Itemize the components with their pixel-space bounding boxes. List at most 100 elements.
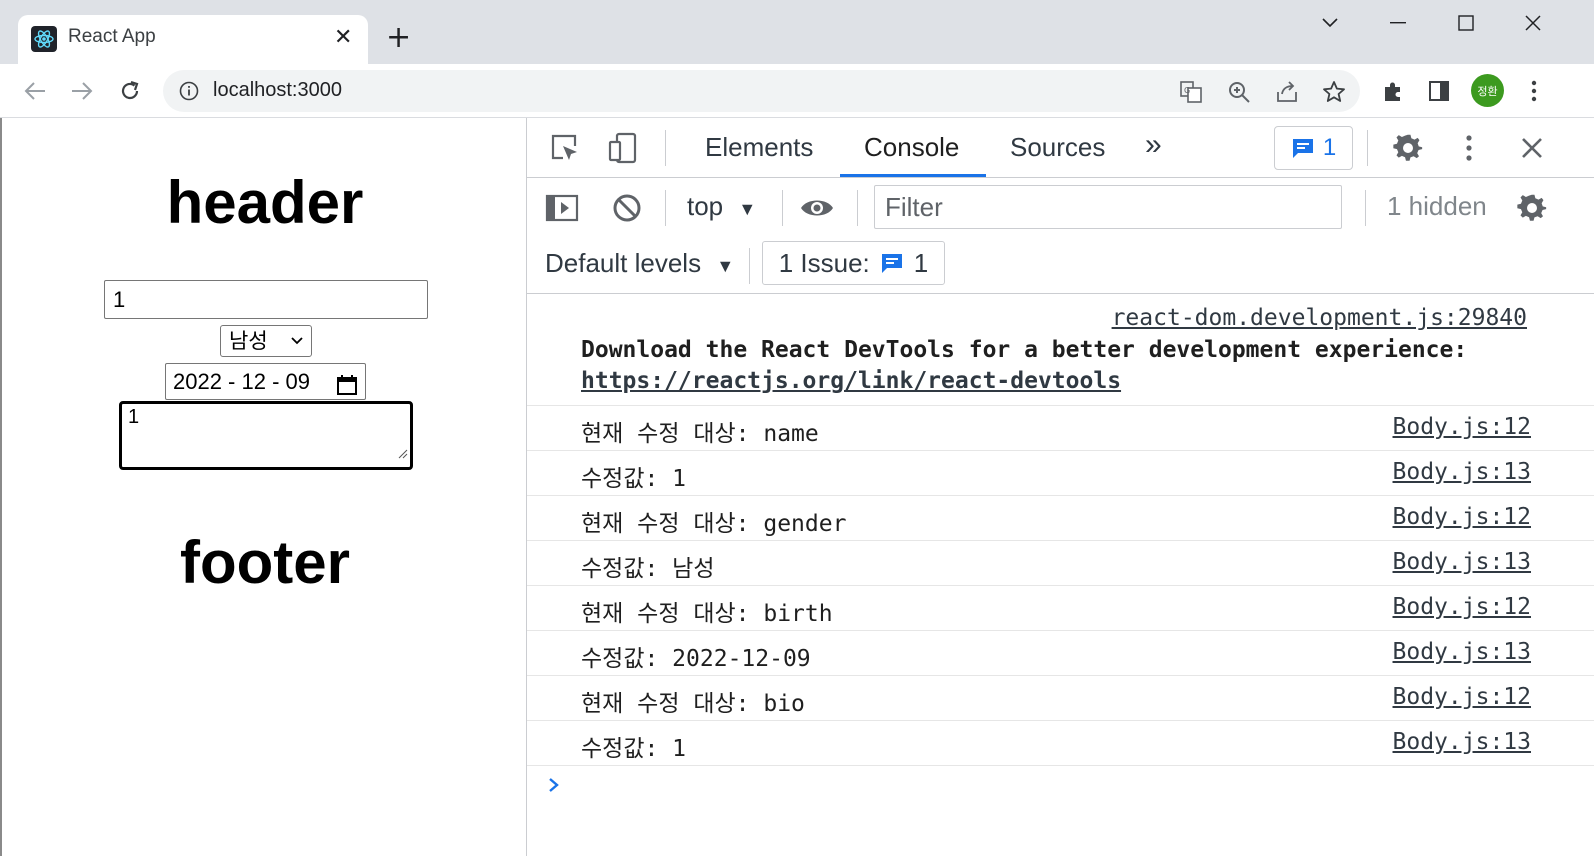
message-source-link[interactable]: Body.js:13 xyxy=(1393,459,1531,485)
issues-counter-value: 1 xyxy=(1322,134,1337,161)
toolbar-divider xyxy=(1365,190,1366,226)
site-info-icon[interactable] xyxy=(179,81,199,105)
active-tab-indicator xyxy=(840,174,986,177)
toolbar-divider xyxy=(1367,130,1368,166)
url-text: localhost:3000 xyxy=(213,79,342,101)
toolbar-divider xyxy=(665,130,666,166)
message-text: Download the React DevTools for a better… xyxy=(581,337,1468,363)
gender-select[interactable]: 남성 xyxy=(220,325,312,357)
address-bar[interactable]: localhost:3000 G xyxy=(163,70,1360,112)
page-header: header xyxy=(166,169,364,236)
back-arrow-icon[interactable] xyxy=(18,74,52,108)
forward-arrow-icon[interactable] xyxy=(65,74,99,108)
hidden-messages-count: 1 hidden xyxy=(1387,191,1487,221)
tab-title: React App xyxy=(68,26,156,47)
devtools-download-link[interactable]: https://reactjs.org/link/react-devtools xyxy=(581,368,1121,394)
react-logo-icon xyxy=(31,26,57,52)
dropdown-triangle-icon: ▼ xyxy=(716,256,735,276)
log-levels-select[interactable]: Default levels ▼ xyxy=(545,248,734,279)
browser-tab[interactable]: React App ✕ xyxy=(18,15,368,64)
bio-value: 1 xyxy=(128,406,140,428)
show-sidebar-icon[interactable] xyxy=(543,190,581,226)
issues-button[interactable]: 1 Issue: 1 xyxy=(762,241,945,285)
message-text: 현재 수정 대상: gender xyxy=(581,511,847,537)
console-settings-gear-icon[interactable] xyxy=(1513,190,1551,226)
close-window-icon[interactable] xyxy=(1513,8,1553,38)
minimize-icon[interactable] xyxy=(1378,8,1418,38)
context-value: top xyxy=(687,191,724,221)
svg-text:G: G xyxy=(1184,86,1190,95)
translate-icon[interactable]: G xyxy=(1178,79,1204,105)
bio-textarea[interactable]: 1 xyxy=(119,401,413,470)
issues-label: 1 Issue: xyxy=(778,247,870,278)
more-tabs-icon[interactable]: » xyxy=(1145,128,1162,162)
tab-close-icon[interactable]: ✕ xyxy=(334,25,352,50)
console-filter-bar: top ▼ Filter 1 hidden Default levels ▼ 1… xyxy=(527,178,1594,294)
tab-search-chevron-icon[interactable] xyxy=(1310,8,1350,38)
share-icon[interactable] xyxy=(1274,79,1300,105)
profile-avatar[interactable]: 정환 xyxy=(1471,74,1504,107)
tab-sources[interactable]: Sources xyxy=(1010,132,1105,163)
toolbar-divider xyxy=(749,248,750,284)
clear-console-icon[interactable] xyxy=(609,190,645,226)
message-text: 현재 수정 대상: bio xyxy=(581,691,805,717)
tab-elements[interactable]: Elements xyxy=(705,132,813,163)
context-select[interactable]: top ▼ xyxy=(687,191,756,222)
message-source-link[interactable]: Body.js:12 xyxy=(1393,504,1531,530)
issue-message-icon xyxy=(1292,139,1313,158)
side-panel-icon[interactable] xyxy=(1424,76,1454,106)
console-messages: react-dom.development.js:29840 Download … xyxy=(527,295,1594,792)
bookmark-star-icon[interactable] xyxy=(1321,79,1347,105)
console-message: 현재 수정 대상: birth Body.js:12 xyxy=(527,586,1594,631)
message-text: 현재 수정 대상: name xyxy=(581,421,819,447)
message-text: 수정값: 1 xyxy=(581,736,687,762)
console-message: 현재 수정 대상: bio Body.js:12 xyxy=(527,676,1594,721)
tab-console[interactable]: Console xyxy=(864,132,959,163)
devtools-tab-bar: Elements Console Sources » 1 xyxy=(527,118,1594,178)
browser-toolbar: localhost:3000 G 정환 xyxy=(0,64,1594,118)
console-message: 수정값: 1 Body.js:13 xyxy=(527,451,1594,496)
browser-menu-icon[interactable] xyxy=(1519,76,1549,106)
console-message: react-dom.development.js:29840 Download … xyxy=(527,295,1594,406)
extensions-puzzle-icon[interactable] xyxy=(1378,76,1408,106)
dropdown-triangle-icon: ▼ xyxy=(738,199,757,219)
console-message: 수정값: 2022-12-09 Body.js:13 xyxy=(527,631,1594,676)
chevron-down-icon xyxy=(290,326,304,364)
name-input[interactable]: 1 xyxy=(104,280,428,319)
devtools-more-icon[interactable] xyxy=(1457,130,1481,166)
console-message: 현재 수정 대상: gender Body.js:12 xyxy=(527,496,1594,541)
close-devtools-icon[interactable] xyxy=(1517,130,1547,166)
message-source-link[interactable]: Body.js:12 xyxy=(1393,684,1531,710)
message-text: 수정값: 1 xyxy=(581,466,687,492)
message-text: 현재 수정 대상: birth xyxy=(581,601,833,627)
devtools-settings-gear-icon[interactable] xyxy=(1389,130,1427,166)
device-toolbar-icon[interactable] xyxy=(605,130,641,166)
toolbar-divider xyxy=(857,190,858,226)
new-tab-icon[interactable]: + xyxy=(386,20,411,56)
issue-message-icon xyxy=(881,254,902,273)
gender-select-value: 남성 xyxy=(229,329,268,353)
title-bar: React App ✕ + xyxy=(0,0,1594,64)
resize-grip-icon[interactable] xyxy=(398,442,408,465)
page-footer: footer xyxy=(180,529,350,596)
maximize-icon[interactable] xyxy=(1446,8,1486,38)
console-message: 수정값: 1 Body.js:13 xyxy=(527,721,1594,766)
issues-count: 1 xyxy=(913,247,929,278)
console-prompt-chevron-icon[interactable] xyxy=(547,775,561,799)
live-expression-eye-icon[interactable] xyxy=(797,190,837,226)
birth-date-input[interactable]: 2022 - 12 - 09 xyxy=(165,363,366,400)
message-source-link[interactable]: Body.js:13 xyxy=(1393,639,1531,665)
message-source-link[interactable]: Body.js:12 xyxy=(1393,414,1531,440)
message-source-link[interactable]: Body.js:13 xyxy=(1393,549,1531,575)
message-source-link[interactable]: react-dom.development.js:29840 xyxy=(1112,305,1527,331)
zoom-icon[interactable] xyxy=(1226,79,1252,105)
inspect-element-icon[interactable] xyxy=(547,130,583,166)
console-filter-input[interactable]: Filter xyxy=(874,185,1342,229)
issues-counter-button[interactable]: 1 xyxy=(1274,126,1353,170)
reload-icon[interactable] xyxy=(113,74,147,108)
message-source-link[interactable]: Body.js:13 xyxy=(1393,729,1531,755)
toolbar-divider xyxy=(782,190,783,226)
console-message: 현재 수정 대상: name Body.js:12 xyxy=(527,406,1594,451)
message-text: 수정값: 2022-12-09 xyxy=(581,646,811,672)
message-source-link[interactable]: Body.js:12 xyxy=(1393,594,1531,620)
